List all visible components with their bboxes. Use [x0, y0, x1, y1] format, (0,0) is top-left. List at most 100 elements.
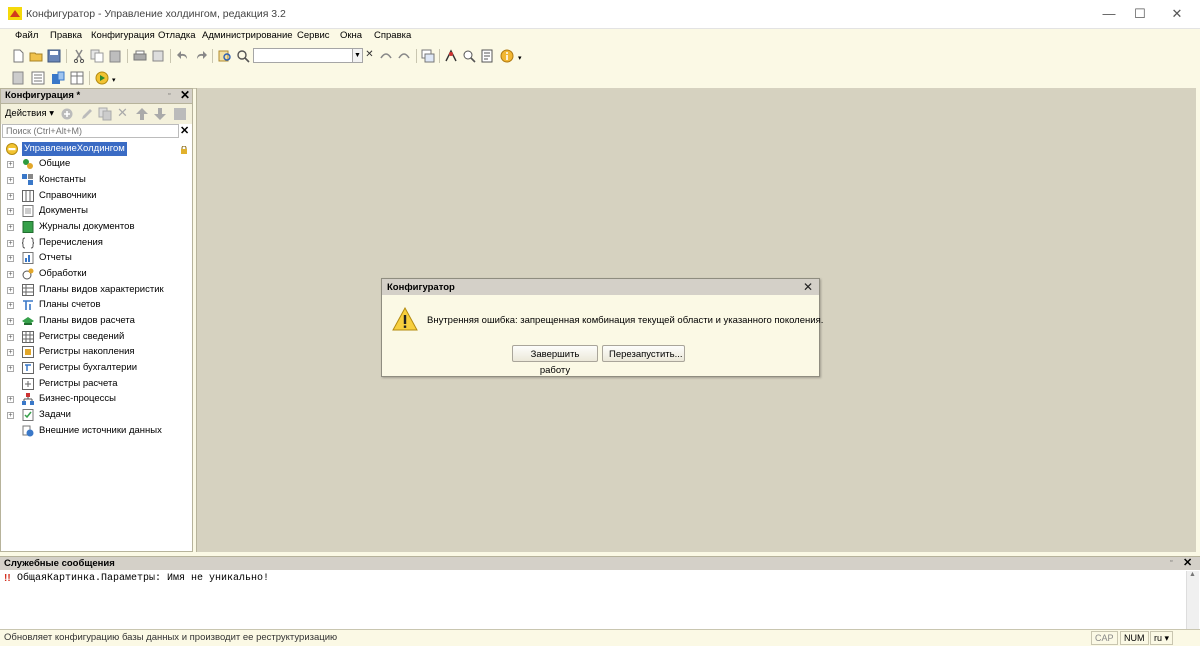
tree-item-data-processors[interactable]: + Обработки — [1, 267, 191, 282]
sort-icon[interactable] — [173, 107, 187, 121]
tree-item-accounting-registers[interactable]: + Регистры бухгалтерии — [1, 361, 191, 376]
cut-icon[interactable] — [72, 49, 86, 63]
search-icon[interactable] — [236, 49, 250, 63]
tree-item-document-journals[interactable]: + Журналы документов — [1, 220, 191, 235]
open-folder-icon[interactable] — [29, 49, 43, 63]
tree-item-common[interactable]: + Общие — [1, 157, 191, 172]
expand-icon[interactable]: + — [7, 365, 14, 372]
tree-item-documents[interactable]: + Документы — [1, 204, 191, 219]
windows-icon[interactable] — [421, 49, 435, 63]
menu-file[interactable]: Файл — [15, 30, 38, 41]
syntax-check-icon[interactable] — [462, 49, 476, 63]
expand-icon[interactable]: + — [7, 287, 14, 294]
help-book-icon[interactable] — [480, 49, 494, 63]
tree-item-tasks[interactable]: + Задачи — [1, 408, 191, 423]
menu-help[interactable]: Справка — [374, 30, 411, 41]
find-in-tree-icon[interactable] — [218, 49, 232, 63]
close-window-button[interactable]: ✕ — [1160, 4, 1194, 24]
tree-item-external-data-sources[interactable]: Внешние источники данных — [1, 424, 191, 439]
tree-item-constants[interactable]: + Константы — [1, 173, 191, 188]
menu-windows[interactable]: Окна — [340, 30, 362, 41]
finish-work-button[interactable]: Завершить работу — [512, 345, 598, 376]
add-icon[interactable] — [60, 107, 74, 121]
find-prev-icon[interactable] — [379, 49, 393, 63]
debug-run-icon[interactable] — [444, 49, 458, 63]
minimize-button[interactable]: — — [1092, 4, 1126, 24]
expand-icon[interactable]: + — [7, 349, 14, 356]
toolbar-overflow-icon[interactable]: ▾ — [518, 54, 522, 62]
compare-icon[interactable] — [70, 71, 84, 85]
expand-icon[interactable]: + — [7, 396, 14, 403]
move-up-icon[interactable] — [135, 107, 149, 121]
tree-item-label: Внешние источники данных — [39, 425, 162, 436]
tree-item-calculation-registers[interactable]: Регистры расчета — [1, 377, 191, 392]
expand-icon[interactable]: + — [7, 161, 14, 168]
scroll-up-icon[interactable]: ▲ — [1189, 571, 1196, 578]
configuration-panel-title: Конфигурация * — [5, 90, 81, 101]
search-input[interactable] — [253, 48, 353, 63]
message-line[interactable]: ОбщаяКартинка.Параметры: Имя не уникальн… — [17, 573, 269, 584]
save-icon[interactable] — [47, 49, 61, 63]
expand-icon[interactable]: + — [7, 412, 14, 419]
tree-item-information-registers[interactable]: + Регистры сведений — [1, 330, 191, 345]
tree-item-calculation-types[interactable]: + Планы видов расчета — [1, 314, 191, 329]
paste-icon[interactable] — [108, 49, 122, 63]
expand-icon[interactable]: + — [7, 334, 14, 341]
config-search-input[interactable] — [2, 124, 179, 138]
messages-pin-icon[interactable]: ▫ — [1170, 558, 1172, 565]
messages-scrollbar[interactable]: ▲ — [1186, 571, 1199, 629]
clear-config-search-icon[interactable]: ✕ — [180, 124, 189, 137]
copy-icon[interactable] — [90, 49, 104, 63]
search-dropdown-button[interactable]: ▼ — [352, 48, 363, 63]
expand-icon[interactable]: + — [7, 302, 14, 309]
expand-icon[interactable]: + — [7, 193, 14, 200]
expand-icon[interactable]: + — [7, 271, 14, 278]
preview-icon[interactable] — [151, 49, 165, 63]
language-indicator[interactable]: ru ▾ — [1150, 631, 1174, 645]
start-debug-icon[interactable] — [95, 71, 109, 85]
expand-icon[interactable]: + — [7, 240, 14, 247]
menu-administration[interactable]: Администрирование — [202, 30, 293, 41]
caps-indicator: CAP — [1091, 631, 1118, 645]
pin-icon[interactable]: ▫ — [168, 91, 170, 98]
tree-item-reports[interactable]: + Отчеты — [1, 251, 191, 266]
tree-root[interactable]: УправлениеХолдингом — [1, 142, 191, 157]
expand-icon[interactable]: + — [7, 224, 14, 231]
delete-icon[interactable]: ✕ — [117, 105, 128, 121]
copy-item-icon[interactable] — [98, 107, 112, 121]
clear-search-icon[interactable]: ✕ — [364, 48, 375, 63]
find-next-icon[interactable] — [397, 49, 411, 63]
close-panel-icon[interactable]: ✕ — [180, 88, 190, 102]
config-tree-icon[interactable] — [11, 71, 25, 85]
about-info-icon[interactable] — [500, 49, 514, 63]
tree-item-catalogs[interactable]: + Справочники — [1, 189, 191, 204]
tree-item-charts-of-accounts[interactable]: + Планы счетов — [1, 298, 191, 313]
expand-icon[interactable]: + — [7, 255, 14, 262]
print-icon[interactable] — [133, 49, 147, 63]
tree-item-characteristic-types[interactable]: + Планы видов характеристик — [1, 283, 191, 298]
actions-menu-button[interactable]: Действия ▾ — [5, 108, 54, 119]
start-debug-dropdown-icon[interactable]: ▾ — [112, 76, 116, 84]
undo-icon[interactable] — [176, 49, 190, 63]
menu-edit[interactable]: Правка — [50, 30, 82, 41]
tree-item-enums[interactable]: + Перечисления — [1, 236, 191, 251]
menu-service[interactable]: Сервис — [297, 30, 330, 41]
expand-icon[interactable]: + — [7, 177, 14, 184]
expand-icon[interactable]: + — [7, 208, 14, 215]
tree-item-business-processes[interactable]: + Бизнес-процессы — [1, 392, 191, 407]
tree-item-accumulation-registers[interactable]: + Регистры накопления — [1, 345, 191, 360]
messages-close-icon[interactable]: ✕ — [1183, 556, 1192, 569]
database-config-icon[interactable] — [51, 71, 65, 85]
restart-button[interactable]: Перезапустить... — [602, 345, 685, 362]
new-document-icon[interactable] — [11, 49, 25, 63]
secondary-toolbar: ▾ — [0, 67, 1200, 89]
edit-icon[interactable] — [80, 107, 94, 121]
modules-icon[interactable] — [31, 71, 45, 85]
redo-icon[interactable] — [194, 49, 208, 63]
menu-debug[interactable]: Отладка — [158, 30, 196, 41]
dialog-close-icon[interactable]: ✕ — [803, 280, 813, 294]
maximize-button[interactable]: ☐ — [1123, 4, 1157, 24]
menu-configuration[interactable]: Конфигурация — [91, 30, 155, 41]
expand-icon[interactable]: + — [7, 318, 14, 325]
move-down-icon[interactable] — [153, 107, 167, 121]
